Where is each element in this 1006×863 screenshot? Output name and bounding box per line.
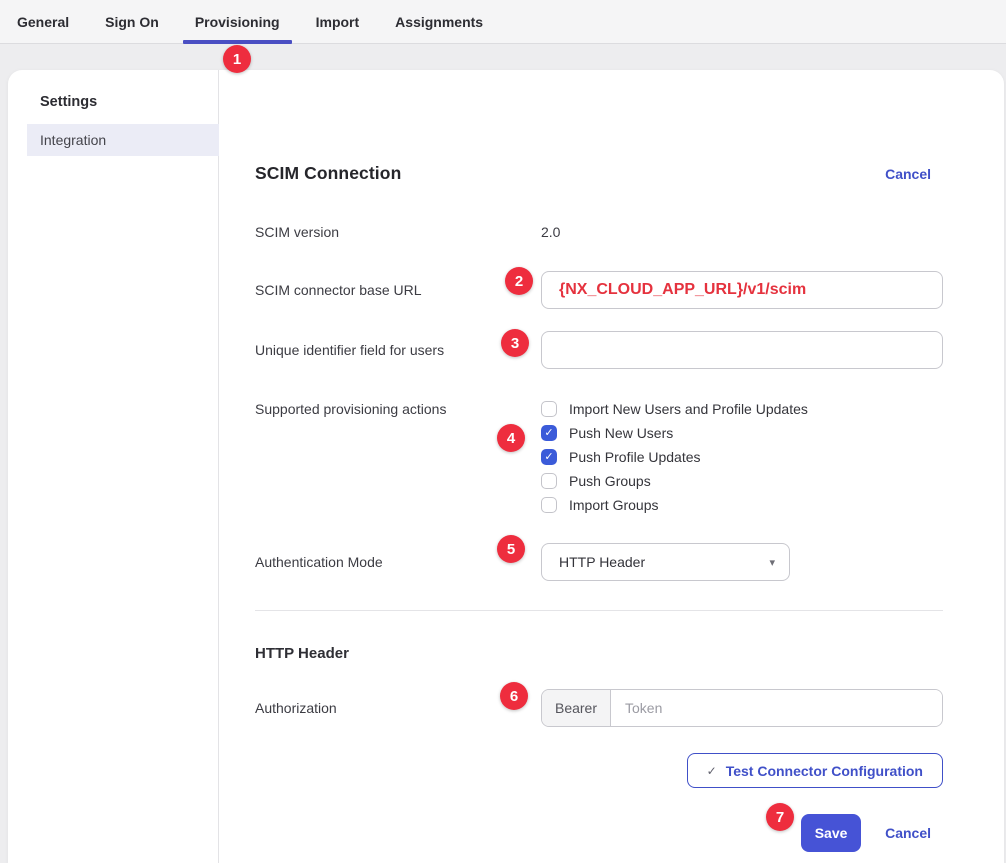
scim-version-row: SCIM version 2.0 bbox=[255, 224, 943, 240]
cancel-link-bottom[interactable]: Cancel bbox=[885, 825, 931, 841]
tab-sign-on[interactable]: Sign On bbox=[93, 0, 171, 43]
tab-label: Import bbox=[316, 14, 360, 30]
sidebar-item-label: Integration bbox=[40, 132, 106, 148]
tab-label: Assignments bbox=[395, 14, 483, 30]
tab-assignments[interactable]: Assignments bbox=[383, 0, 495, 43]
checkbox-label: Import New Users and Profile Updates bbox=[569, 401, 808, 417]
annotation-badge-2: 2 bbox=[505, 267, 533, 295]
checkbox-row[interactable]: Import New Users and Profile Updates bbox=[541, 397, 943, 421]
checkbox-row[interactable]: ✓ Push New Users bbox=[541, 421, 943, 445]
bearer-prefix: Bearer bbox=[542, 690, 611, 726]
http-header-heading: HTTP Header bbox=[255, 645, 943, 662]
sidebar-item-integration[interactable]: Integration bbox=[27, 124, 219, 156]
checkbox-label: Import Groups bbox=[569, 497, 658, 513]
provisioning-actions-label: Supported provisioning actions bbox=[255, 397, 541, 417]
checkbox-icon[interactable] bbox=[541, 401, 557, 417]
checkbox-row[interactable]: Push Groups bbox=[541, 469, 943, 493]
token-input[interactable] bbox=[611, 690, 942, 726]
provisioning-actions-row: Supported provisioning actions Import Ne… bbox=[255, 397, 943, 517]
scim-version-value: 2.0 bbox=[541, 224, 943, 240]
tab-general[interactable]: General bbox=[5, 0, 81, 43]
sidebar-heading: Settings bbox=[40, 94, 218, 110]
annotation-badge-3: 3 bbox=[501, 329, 529, 357]
settings-card: Settings Integration SCIM Connection Can… bbox=[8, 70, 1004, 863]
test-connector-button[interactable]: ✓ Test Connector Configuration bbox=[687, 753, 943, 788]
save-button[interactable]: Save bbox=[801, 814, 861, 852]
app-tabbar: General Sign On Provisioning Import Assi… bbox=[0, 0, 1006, 44]
annotation-badge-5: 5 bbox=[497, 535, 525, 563]
checkbox-label: Push New Users bbox=[569, 425, 673, 441]
base-url-row: SCIM connector base URL bbox=[255, 271, 943, 309]
auth-mode-selected-value: HTTP Header bbox=[559, 554, 645, 570]
caret-down-icon: ▾ bbox=[769, 556, 775, 569]
base-url-label: SCIM connector base URL bbox=[255, 282, 541, 298]
checkbox-label: Push Profile Updates bbox=[569, 449, 701, 465]
checkbox-row[interactable]: ✓ Push Profile Updates bbox=[541, 445, 943, 469]
panel-title: SCIM Connection bbox=[255, 163, 401, 184]
annotation-badge-4: 4 bbox=[497, 424, 525, 452]
section-divider bbox=[255, 610, 943, 611]
authorization-label: Authorization bbox=[255, 700, 541, 716]
checkbox-icon[interactable] bbox=[541, 497, 557, 513]
checkbox-label: Push Groups bbox=[569, 473, 651, 489]
scim-connection-panel: SCIM Connection Cancel SCIM version 2.0 … bbox=[219, 70, 1004, 863]
test-connector-label: Test Connector Configuration bbox=[726, 763, 923, 779]
authorization-row: Authorization Bearer bbox=[255, 689, 943, 727]
unique-id-label: Unique identifier field for users bbox=[255, 342, 541, 358]
checkbox-icon[interactable]: ✓ bbox=[541, 425, 557, 441]
annotation-badge-1: 1 bbox=[223, 45, 251, 73]
checkbox-icon[interactable] bbox=[541, 473, 557, 489]
scim-version-label: SCIM version bbox=[255, 224, 541, 240]
tab-label: General bbox=[17, 14, 69, 30]
tab-import[interactable]: Import bbox=[304, 0, 372, 43]
tab-provisioning[interactable]: Provisioning bbox=[183, 0, 292, 43]
cancel-link-top[interactable]: Cancel bbox=[885, 166, 931, 182]
settings-sidebar: Settings Integration bbox=[8, 70, 219, 863]
checkbox-icon[interactable]: ✓ bbox=[541, 449, 557, 465]
tab-label: Sign On bbox=[105, 14, 159, 30]
auth-mode-select[interactable]: HTTP Header ▾ bbox=[541, 543, 790, 581]
unique-id-input[interactable] bbox=[541, 331, 943, 369]
authorization-input-group: Bearer bbox=[541, 689, 943, 727]
check-icon: ✓ bbox=[707, 764, 717, 778]
base-url-input[interactable] bbox=[541, 271, 943, 309]
unique-id-row: Unique identifier field for users bbox=[255, 331, 943, 369]
annotation-badge-6: 6 bbox=[500, 682, 528, 710]
auth-mode-row: Authentication Mode HTTP Header ▾ bbox=[255, 543, 943, 581]
annotation-badge-7: 7 bbox=[766, 803, 794, 831]
auth-mode-label: Authentication Mode bbox=[255, 554, 541, 570]
checkbox-row[interactable]: Import Groups bbox=[541, 493, 943, 517]
tab-label: Provisioning bbox=[195, 14, 280, 30]
